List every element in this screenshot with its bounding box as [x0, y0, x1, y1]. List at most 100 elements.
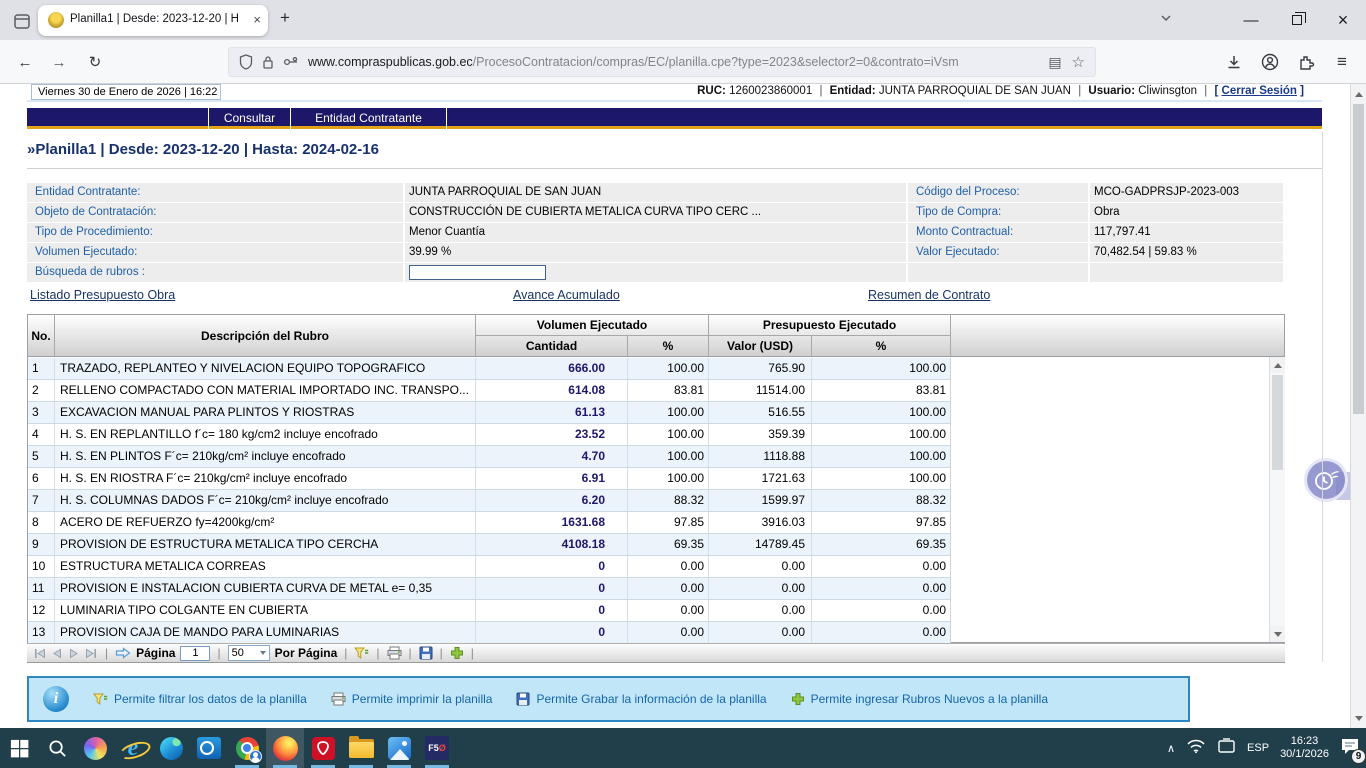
- forward-icon[interactable]: →: [46, 49, 72, 75]
- url-text[interactable]: www.compraspublicas.gob.ec/ProcesoContra…: [308, 55, 1039, 69]
- table-scroll-up-button[interactable]: [1270, 357, 1285, 373]
- last-page-icon[interactable]: [84, 648, 98, 659]
- nav-item-consultar[interactable]: Consultar: [209, 108, 290, 129]
- cell: 0.00: [628, 556, 709, 577]
- table-row[interactable]: 8ACERO DE REFUERZO fy=4200kg/cm²1631.689…: [28, 512, 951, 534]
- table-row[interactable]: 2RELLENO COMPACTADO CON MATERIAL IMPORTA…: [28, 380, 951, 402]
- file-explorer-taskbar-button[interactable]: [342, 728, 380, 768]
- permissions-icon[interactable]: [283, 56, 299, 68]
- cell: 8: [28, 512, 55, 533]
- edge-taskbar-button[interactable]: [152, 728, 190, 768]
- window-restore-icon[interactable]: [1283, 6, 1311, 34]
- page-number-input[interactable]: [180, 646, 210, 661]
- table-row[interactable]: 10ESTRUCTURA METALICA CORREAS00.000.000.…: [28, 556, 951, 578]
- restore-glyph: [1292, 15, 1302, 25]
- photos-taskbar-button[interactable]: [380, 728, 418, 768]
- cell: 9: [28, 534, 55, 555]
- search-taskbar-button[interactable]: [38, 728, 76, 768]
- help-items: Permite filtrar los datos de la planilla…: [93, 692, 1048, 706]
- page-scrollbar-thumb[interactable]: [1353, 104, 1364, 414]
- filter-icon[interactable]: [354, 647, 369, 660]
- tab-close-icon[interactable]: ×: [253, 12, 261, 28]
- notification-center-icon[interactable]: 9: [1340, 737, 1360, 760]
- info-row: Objeto de Contratación:CONSTRUCCIÓN DE C…: [27, 203, 1283, 222]
- browser-tab[interactable]: Planilla1 | Desde: 2023-12-20 | H ×: [38, 5, 268, 36]
- cell: 100.00: [628, 424, 709, 445]
- start-taskbar-button[interactable]: [0, 728, 38, 768]
- link-listado-presupuesto-obra[interactable]: Listado Presupuesto Obra: [30, 288, 175, 302]
- downloads-icon[interactable]: [1221, 49, 1247, 75]
- firefox-taskbar-button[interactable]: [266, 728, 304, 768]
- back-icon[interactable]: ←: [12, 49, 38, 75]
- cell: 69.35: [628, 534, 709, 555]
- pagination-bar: | Página | 50 Por Página | | | | |: [27, 643, 1285, 663]
- link-avance-acumulado[interactable]: Avance Acumulado: [513, 288, 620, 302]
- window-close-icon[interactable]: ×: [1329, 6, 1357, 34]
- table-row[interactable]: 13PROVISION CAJA DE MANDO PARA LUMINARIA…: [28, 622, 951, 644]
- per-page-select[interactable]: 50: [228, 645, 270, 661]
- language-indicator[interactable]: ESP: [1247, 742, 1269, 754]
- add-rubro-icon[interactable]: [450, 646, 464, 660]
- time-tracker-widget-icon[interactable]: [1304, 458, 1348, 502]
- cell: 1: [28, 358, 55, 379]
- ruc-label: RUC:: [697, 85, 726, 97]
- cell: EXCAVACION MANUAL PARA PLINTOS Y RIOSTRA…: [55, 402, 476, 423]
- cell: 100.00: [628, 358, 709, 379]
- previous-page-icon[interactable]: [52, 648, 63, 659]
- table-row[interactable]: 6H. S. EN RIOSTRA F´c= 210kg/cm² incluye…: [28, 468, 951, 490]
- url-bar[interactable]: www.compraspublicas.gob.ec/ProcesoContra…: [228, 47, 1096, 77]
- reader-mode-icon[interactable]: ▤: [1048, 54, 1061, 71]
- meet-now-icon[interactable]: [1217, 738, 1236, 759]
- print-icon[interactable]: [387, 646, 402, 660]
- link-resumen-de-contrato[interactable]: Resumen de Contrato: [868, 288, 990, 302]
- account-icon[interactable]: [1257, 49, 1283, 75]
- internet-explorer-taskbar-button[interactable]: e: [114, 728, 152, 768]
- copilot-taskbar-button[interactable]: [76, 728, 114, 768]
- save-icon: [516, 692, 530, 706]
- table-row[interactable]: 9PROVISION DE ESTRUCTURA METALICA TIPO C…: [28, 534, 951, 556]
- cell: 7: [28, 490, 55, 511]
- logout-link[interactable]: Cerrar Sesión: [1222, 85, 1297, 97]
- firefox-view-icon[interactable]: [10, 9, 34, 33]
- clock[interactable]: 16:2330/1/2026: [1280, 735, 1329, 761]
- cell: LUMINARIA TIPO COLGANTE EN CUBIERTA: [55, 600, 476, 621]
- screen: Planilla1 | Desde: 2023-12-20 | H × + — …: [0, 0, 1366, 768]
- table-scroll-down-button[interactable]: [1270, 626, 1285, 642]
- save-icon[interactable]: [419, 646, 433, 660]
- reload-icon[interactable]: ↻: [82, 49, 108, 75]
- nav-item-entidad-contratante[interactable]: Entidad Contratante: [291, 108, 446, 129]
- cell: 0.00: [628, 600, 709, 621]
- tray-chevron-icon[interactable]: ∧: [1167, 742, 1175, 755]
- window-minimize-icon[interactable]: —: [1237, 6, 1265, 34]
- table-row[interactable]: 5H. S. EN PLINTOS F´c= 210kg/cm² incluye…: [28, 446, 951, 468]
- rubros-search-input[interactable]: [409, 265, 546, 280]
- cell: 0.00: [812, 622, 951, 643]
- page-scroll-down-button[interactable]: [1351, 710, 1366, 726]
- next-page-icon[interactable]: [68, 648, 79, 659]
- cell: 0.00: [812, 578, 951, 599]
- table-scrollbar-thumb[interactable]: [1272, 375, 1283, 470]
- outlook-taskbar-button[interactable]: [190, 728, 228, 768]
- shield-icon[interactable]: [239, 54, 253, 70]
- wifi-icon[interactable]: [1186, 738, 1206, 759]
- table-row[interactable]: 12LUMINARIA TIPO COLGANTE EN CUBIERTA00.…: [28, 600, 951, 622]
- first-page-icon[interactable]: [33, 648, 47, 659]
- table-row[interactable]: 11PROVISION E INSTALACION CUBIERTA CURVA…: [28, 578, 951, 600]
- go-to-page-icon[interactable]: [115, 647, 131, 659]
- table-row[interactable]: 4H. S. EN REPLANTILLO f´c= 180 kg/cm2 in…: [28, 424, 951, 446]
- separator: |: [438, 646, 445, 660]
- page-scroll-up-button[interactable]: [1351, 86, 1366, 102]
- new-tab-icon[interactable]: +: [280, 8, 290, 28]
- bookmark-star-icon[interactable]: ☆: [1072, 53, 1085, 71]
- fso-taskbar-button[interactable]: F5Ø: [418, 728, 456, 768]
- table-row[interactable]: 7H. S. COLUMNAS DADOS F´c= 210kg/cm² inc…: [28, 490, 951, 512]
- extensions-icon[interactable]: [1293, 49, 1319, 75]
- chrome-taskbar-button[interactable]: [228, 728, 266, 768]
- table-row[interactable]: 3EXCAVACION MANUAL PARA PLINTOS Y RIOSTR…: [28, 402, 951, 424]
- acrobat-taskbar-button[interactable]: [304, 728, 342, 768]
- usuario-label: Usuario:: [1088, 85, 1135, 97]
- table-row[interactable]: 1TRAZADO, REPLANTEO Y NIVELACION EQUIPO …: [28, 358, 951, 380]
- lock-icon[interactable]: [262, 55, 274, 70]
- list-tabs-chevron-icon[interactable]: [1158, 10, 1174, 31]
- menu-icon[interactable]: ≡: [1329, 49, 1355, 75]
